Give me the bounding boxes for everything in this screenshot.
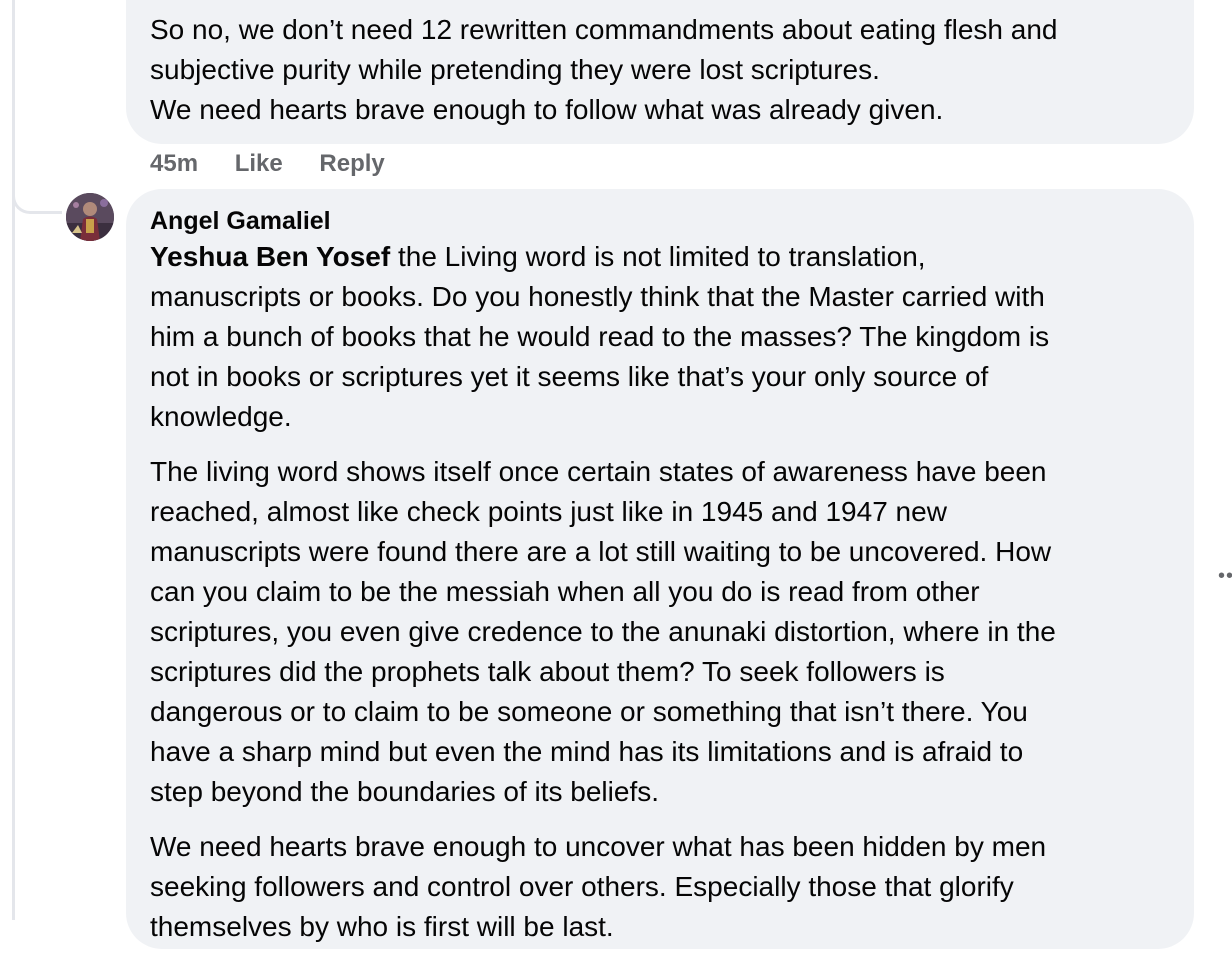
comment-line: him a bunch of books that he would read … <box>150 321 1050 352</box>
comment-line: not in books or scriptures yet it seems … <box>150 361 989 392</box>
thread-line <box>12 0 15 920</box>
comment-line: have a sharp mind but even the mind has … <box>150 736 1024 767</box>
reply-comment-bubble: Angel Gamaliel Yeshua Ben Yosef the Livi… <box>126 189 1194 949</box>
comment-line: themselves by who is first will be last. <box>150 911 614 942</box>
comment-paragraph: We need hearts brave enough to uncover w… <box>150 827 1170 947</box>
comment-line: step beyond the boundaries of its belief… <box>150 776 660 807</box>
comment-line: manuscripts or books. Do you honestly th… <box>150 281 1045 312</box>
comment-line-text: the Living word is not limited to transl… <box>390 241 926 272</box>
previous-comment-line: subjective purity while pretending they … <box>150 54 880 85</box>
thread-connector <box>12 160 62 214</box>
comment-line: scriptures did the prophets talk about t… <box>150 656 945 687</box>
comment-author[interactable]: Angel Gamaliel <box>150 205 331 237</box>
comment-actions: 45m Like Reply <box>150 146 415 182</box>
comment-line: dangerous or to claim to be someone or s… <box>150 696 1028 727</box>
comment-line: can you claim to be the messiah when all… <box>150 576 980 607</box>
comment-paragraph: Yeshua Ben Yosef the Living word is not … <box>150 237 1170 437</box>
comment-timestamp[interactable]: 45m <box>150 150 198 177</box>
comment-line: The living word shows itself once certai… <box>150 456 1047 487</box>
comment-body: Yeshua Ben Yosef the Living word is not … <box>150 237 1170 962</box>
comment-line: Yeshua Ben Yosef the Living word is not … <box>150 237 1170 277</box>
comment-line: knowledge. <box>150 401 292 432</box>
avatar[interactable] <box>66 193 114 241</box>
reply-button[interactable]: Reply <box>319 150 384 177</box>
comment-line: manuscripts were found there are a lot s… <box>150 536 1052 567</box>
comment-paragraph: The living word shows itself once certai… <box>150 452 1170 812</box>
previous-comment-text: So no, we don’t need 12 rewritten comman… <box>150 10 1057 130</box>
comment-line: seeking followers and control over other… <box>150 871 1014 902</box>
user-avatar-image <box>66 193 114 241</box>
more-options-icon[interactable]: •• <box>1218 566 1232 586</box>
mention-link[interactable]: Yeshua Ben Yosef <box>150 241 390 272</box>
comment-line: We need hearts brave enough to uncover w… <box>150 831 1047 862</box>
like-button[interactable]: Like <box>235 150 283 177</box>
comment-line: scriptures, you even give credence to th… <box>150 616 1056 647</box>
comment-line: reached, almost like check points just l… <box>150 496 947 527</box>
previous-comment-line: We need hearts brave enough to follow wh… <box>150 94 944 125</box>
previous-comment-line: So no, we don’t need 12 rewritten comman… <box>150 14 1058 45</box>
previous-comment-bubble: So no, we don’t need 12 rewritten comman… <box>126 0 1194 144</box>
